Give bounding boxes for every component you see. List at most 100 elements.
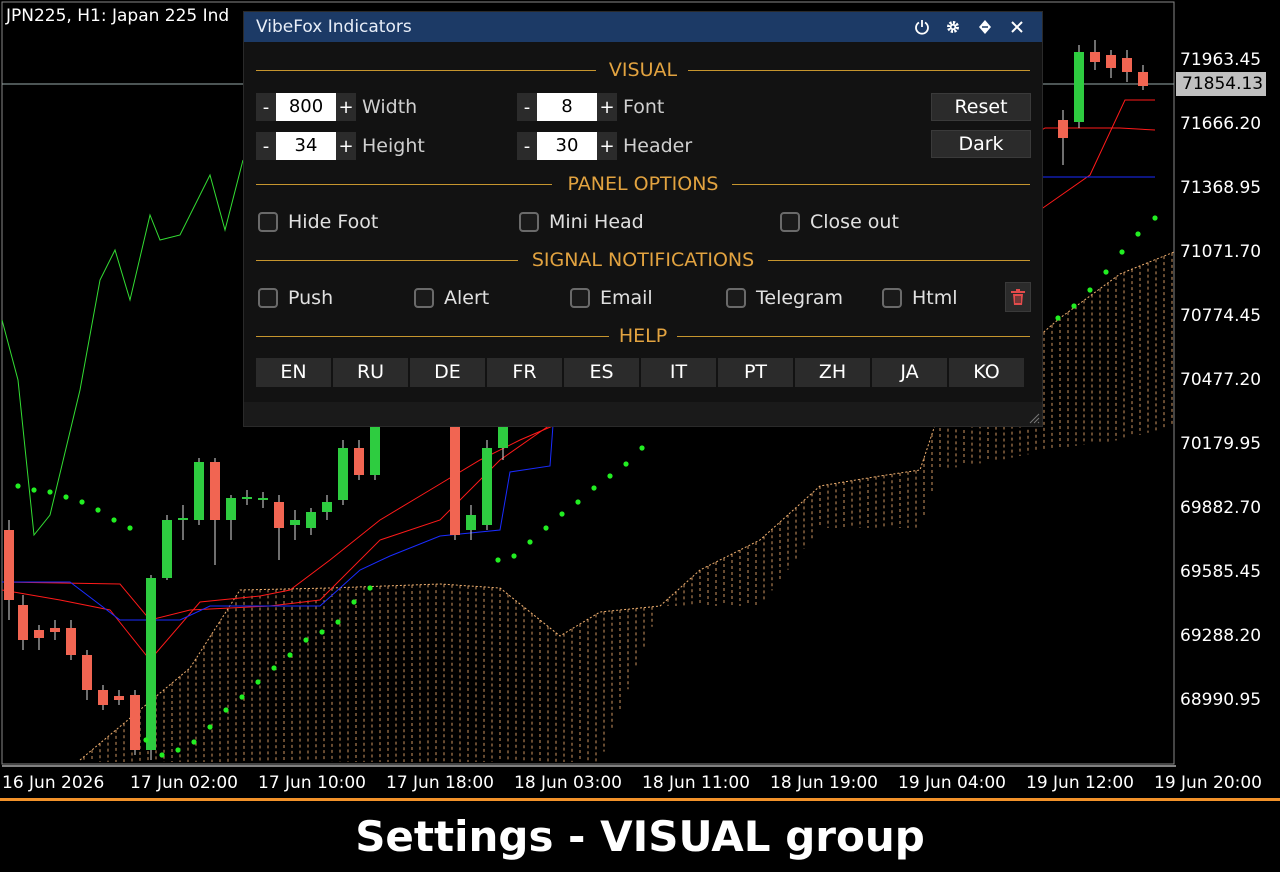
- psar-dot: [111, 517, 117, 523]
- width-input[interactable]: 800: [276, 93, 336, 121]
- candle-body: [146, 578, 156, 750]
- checkbox-box[interactable]: [570, 288, 590, 308]
- time-tick: 17 Jun 02:00: [130, 773, 238, 793]
- header-stepper[interactable]: - 30 + Header: [517, 132, 692, 160]
- gear-icon[interactable]: [942, 16, 964, 38]
- header-increment-button[interactable]: +: [597, 132, 617, 160]
- psar-dot: [559, 511, 565, 517]
- checkbox-box[interactable]: [882, 288, 902, 308]
- lang-button-en[interactable]: EN: [256, 358, 331, 387]
- psar-dot: [127, 525, 133, 531]
- close-icon[interactable]: [1006, 16, 1028, 38]
- push-checkbox[interactable]: Push: [258, 285, 333, 311]
- caption-bar: Settings - VISUAL group: [0, 801, 1280, 872]
- candle-body: [1106, 55, 1116, 68]
- psar-dot: [63, 494, 69, 500]
- lang-button-it[interactable]: IT: [641, 358, 716, 387]
- width-decrement-button[interactable]: -: [256, 93, 276, 121]
- candle-body: [178, 518, 188, 520]
- psar-dot: [79, 499, 85, 505]
- checkbox-label: Hide Foot: [288, 211, 379, 233]
- psar-dot: [607, 473, 613, 479]
- alert-checkbox[interactable]: Alert: [414, 285, 489, 311]
- price-tick: 69882.70: [1180, 498, 1262, 518]
- psar-dot: [287, 652, 293, 658]
- candle-body: [482, 448, 492, 525]
- psar-dot: [335, 619, 341, 625]
- telegram-checkbox[interactable]: Telegram: [726, 285, 843, 311]
- font-input[interactable]: 8: [537, 93, 597, 121]
- lang-button-zh[interactable]: ZH: [795, 358, 870, 387]
- checkbox-label: Email: [600, 287, 653, 309]
- checkbox-box[interactable]: [258, 212, 278, 232]
- lang-button-ko[interactable]: KO: [949, 358, 1024, 387]
- checkbox-box[interactable]: [414, 288, 434, 308]
- psar-dot: [495, 557, 501, 563]
- close-out-checkbox[interactable]: Close out: [780, 209, 899, 235]
- panel-title: VibeFox Indicators: [256, 17, 412, 37]
- candle-body: [1122, 58, 1132, 72]
- price-tick: 71666.20: [1180, 114, 1262, 134]
- checkbox-box[interactable]: [258, 288, 278, 308]
- time-tick: 18 Jun 19:00: [770, 773, 878, 793]
- section-heading: VISUAL: [256, 58, 1030, 82]
- email-checkbox[interactable]: Email: [570, 285, 653, 311]
- candle-body: [354, 448, 364, 475]
- time-tick: 16 Jun 2026: [2, 773, 105, 793]
- font-stepper[interactable]: - 8 + Font: [517, 93, 664, 121]
- lang-button-de[interactable]: DE: [410, 358, 485, 387]
- reset-button[interactable]: Reset: [931, 93, 1031, 121]
- resize-grip-icon[interactable]: [1028, 412, 1040, 424]
- height-input[interactable]: 34: [276, 132, 336, 160]
- psar-dot: [543, 525, 549, 531]
- candle-body: [34, 630, 44, 638]
- candle-body: [114, 696, 124, 700]
- psar-dot: [639, 445, 645, 451]
- section-heading: HELP: [256, 324, 1030, 348]
- checkbox-box[interactable]: [519, 212, 539, 232]
- candle-body: [498, 425, 508, 448]
- panel-header[interactable]: VibeFox Indicators: [244, 12, 1042, 42]
- clear-notifications-button[interactable]: [1005, 282, 1031, 312]
- diamond-icon[interactable]: [974, 16, 996, 38]
- checkbox-box[interactable]: [780, 212, 800, 232]
- header-input[interactable]: 30: [537, 132, 597, 160]
- candle-body: [98, 690, 108, 705]
- mini-head-checkbox[interactable]: Mini Head: [519, 209, 644, 235]
- lang-button-pt[interactable]: PT: [718, 358, 793, 387]
- checkbox-label: Close out: [810, 211, 899, 233]
- time-tick: 18 Jun 03:00: [514, 773, 622, 793]
- psar-dot: [319, 629, 325, 635]
- panel-footer: [244, 402, 1042, 426]
- lang-button-ja[interactable]: JA: [872, 358, 947, 387]
- width-increment-button[interactable]: +: [336, 93, 356, 121]
- psar-dot: [351, 599, 357, 605]
- html-checkbox[interactable]: Html: [882, 285, 958, 311]
- font-increment-button[interactable]: +: [597, 93, 617, 121]
- checkbox-label: Alert: [444, 287, 490, 309]
- header-decrement-button[interactable]: -: [517, 132, 537, 160]
- height-stepper[interactable]: - 34 + Height: [256, 132, 425, 160]
- height-decrement-button[interactable]: -: [256, 132, 276, 160]
- help-language-buttons: EN RU DE FR ES IT PT ZH JA KO: [256, 358, 1026, 387]
- candle-body: [290, 520, 300, 525]
- candle-body: [226, 498, 236, 520]
- lang-button-ru[interactable]: RU: [333, 358, 408, 387]
- candle-body: [1074, 52, 1084, 122]
- price-tick: 69585.45: [1180, 562, 1262, 582]
- candle-body: [130, 695, 140, 750]
- candle-body: [18, 605, 28, 640]
- height-increment-button[interactable]: +: [336, 132, 356, 160]
- width-stepper[interactable]: - 800 + Width: [256, 93, 417, 121]
- power-icon[interactable]: [911, 16, 933, 38]
- font-decrement-button[interactable]: -: [517, 93, 537, 121]
- section-panel-options: PANEL OPTIONS: [256, 172, 1030, 196]
- dark-theme-button[interactable]: Dark: [931, 130, 1031, 158]
- indicator-panel[interactable]: VibeFox Indicators VISUAL - 800 + Width …: [243, 11, 1043, 427]
- checkbox-box[interactable]: [726, 288, 746, 308]
- price-tick: 71368.95: [1180, 178, 1262, 198]
- hide-foot-checkbox[interactable]: Hide Foot: [258, 209, 378, 235]
- lang-button-es[interactable]: ES: [564, 358, 639, 387]
- candle-body: [258, 498, 268, 500]
- lang-button-fr[interactable]: FR: [487, 358, 562, 387]
